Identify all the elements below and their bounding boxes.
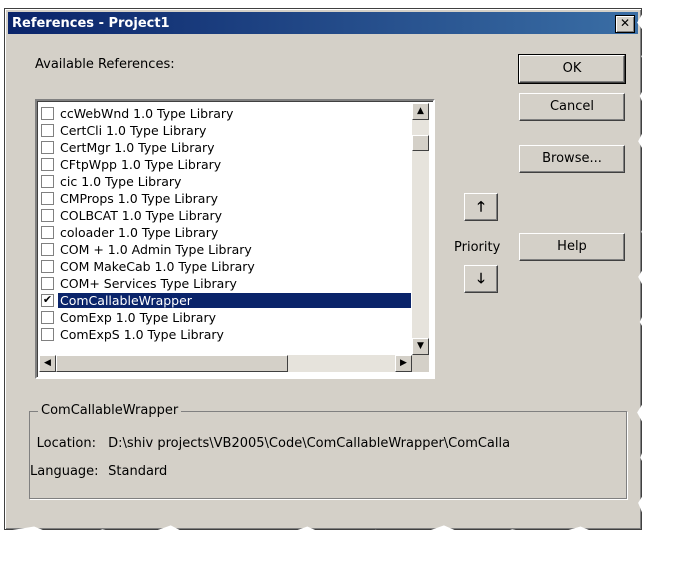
references-listbox[interactable]: ccWebWnd 1.0 Type Library CertCli 1.0 Typ…	[35, 99, 435, 379]
arrow-right-icon: ▶	[400, 358, 407, 368]
reference-label: COM+ Services Type Library	[60, 276, 237, 291]
help-button[interactable]: Help	[519, 233, 625, 261]
reference-checkbox[interactable]	[41, 192, 54, 205]
reference-label: ComExpS 1.0 Type Library	[60, 327, 224, 342]
priority-label: Priority	[454, 240, 501, 255]
location-value: D:\shiv projects\VB2005\Code\ComCallable…	[108, 436, 511, 451]
reference-checkbox[interactable]	[41, 328, 54, 341]
window-title: References - Project1	[12, 15, 170, 31]
list-item[interactable]: ✔ ComCallableWrapper	[39, 292, 411, 309]
reference-details-title: ComCallableWrapper	[38, 403, 182, 418]
list-item[interactable]: ccWebWnd 1.0 Type Library	[39, 105, 411, 122]
arrow-down-icon: ▼	[417, 341, 424, 351]
arrow-left-icon: ◀	[44, 358, 51, 368]
reference-label: cic 1.0 Type Library	[60, 174, 182, 189]
reference-label: COM MakeCab 1.0 Type Library	[60, 259, 255, 274]
title-bar[interactable]: References - Project1 ✕	[8, 12, 638, 34]
location-row: Location: D:\shiv projects\VB2005\Code\C…	[30, 436, 510, 451]
priority-down-button[interactable]: 🡓	[464, 265, 498, 293]
scroll-left-button[interactable]: ◀	[39, 355, 56, 372]
arrow-up-icon: ▲	[417, 106, 424, 116]
priority-up-button[interactable]: 🡑	[464, 193, 498, 221]
reference-label: CMProps 1.0 Type Library	[60, 191, 219, 206]
reference-checkbox[interactable]	[41, 311, 54, 324]
reference-label: CertMgr 1.0 Type Library	[60, 140, 215, 155]
references-dialog: References - Project1 ✕ Available Refere…	[4, 8, 642, 530]
list-item[interactable]: CMProps 1.0 Type Library	[39, 190, 411, 207]
vertical-scroll-thumb[interactable]	[412, 135, 429, 151]
list-item[interactable]: CertMgr 1.0 Type Library	[39, 139, 411, 156]
scroll-up-button[interactable]: ▲	[412, 103, 429, 120]
list-item[interactable]: CFtpWpp 1.0 Type Library	[39, 156, 411, 173]
language-row: Language: Standard	[30, 464, 167, 479]
reference-checkbox[interactable]	[41, 158, 54, 171]
location-label: Location:	[36, 436, 96, 451]
reference-checkbox[interactable]	[41, 243, 54, 256]
reference-details-group: ComCallableWrapper Location: D:\shiv pro…	[29, 403, 627, 499]
close-button[interactable]: ✕	[615, 15, 635, 33]
browse-button[interactable]: Browse...	[519, 145, 625, 173]
reference-label: CFtpWpp 1.0 Type Library	[60, 157, 222, 172]
cancel-button[interactable]: Cancel	[519, 93, 625, 121]
list-item[interactable]: COM + 1.0 Admin Type Library	[39, 241, 411, 258]
list-item[interactable]: ComExpS 1.0 Type Library	[39, 326, 411, 343]
language-value: Standard	[108, 464, 168, 479]
reference-checkbox[interactable]	[41, 260, 54, 273]
list-item[interactable]: COLBCAT 1.0 Type Library	[39, 207, 411, 224]
list-item[interactable]: ComExp 1.0 Type Library	[39, 309, 411, 326]
arrow-down-icon: 🡓	[477, 271, 485, 287]
horizontal-scrollbar[interactable]: ◀ ▶	[39, 355, 412, 372]
reference-label: CertCli 1.0 Type Library	[60, 123, 207, 138]
reference-label: coloader 1.0 Type Library	[60, 225, 219, 240]
horizontal-scroll-thumb[interactable]	[56, 355, 288, 372]
reference-checkbox[interactable]	[41, 209, 54, 222]
reference-label: COLBCAT 1.0 Type Library	[60, 208, 223, 223]
vertical-scrollbar[interactable]: ▲ ▼	[412, 103, 429, 355]
arrow-up-icon: 🡑	[477, 199, 485, 215]
list-item[interactable]: COM+ Services Type Library	[39, 275, 411, 292]
references-list: ccWebWnd 1.0 Type Library CertCli 1.0 Typ…	[39, 105, 411, 343]
language-label: Language:	[30, 464, 99, 479]
reference-label: ComCallableWrapper	[58, 293, 411, 308]
scroll-down-button[interactable]: ▼	[412, 338, 429, 355]
reference-checkbox[interactable]	[41, 277, 54, 290]
reference-checkbox[interactable]: ✔	[41, 294, 54, 307]
reference-checkbox[interactable]	[41, 226, 54, 239]
reference-label: ComExp 1.0 Type Library	[60, 310, 216, 325]
list-item[interactable]: coloader 1.0 Type Library	[39, 224, 411, 241]
reference-label: COM + 1.0 Admin Type Library	[60, 242, 252, 257]
reference-checkbox[interactable]	[41, 175, 54, 188]
list-item[interactable]: COM MakeCab 1.0 Type Library	[39, 258, 411, 275]
reference-checkbox[interactable]	[41, 141, 54, 154]
scrollbar-corner	[412, 355, 429, 372]
reference-checkbox[interactable]	[41, 124, 54, 137]
available-references-label: Available References:	[35, 57, 175, 72]
reference-label: ccWebWnd 1.0 Type Library	[60, 106, 234, 121]
list-item[interactable]: cic 1.0 Type Library	[39, 173, 411, 190]
ok-button[interactable]: OK	[518, 54, 626, 84]
list-item[interactable]: CertCli 1.0 Type Library	[39, 122, 411, 139]
reference-checkbox[interactable]	[41, 107, 54, 120]
scroll-right-button[interactable]: ▶	[395, 355, 412, 372]
close-icon: ✕	[619, 16, 631, 30]
